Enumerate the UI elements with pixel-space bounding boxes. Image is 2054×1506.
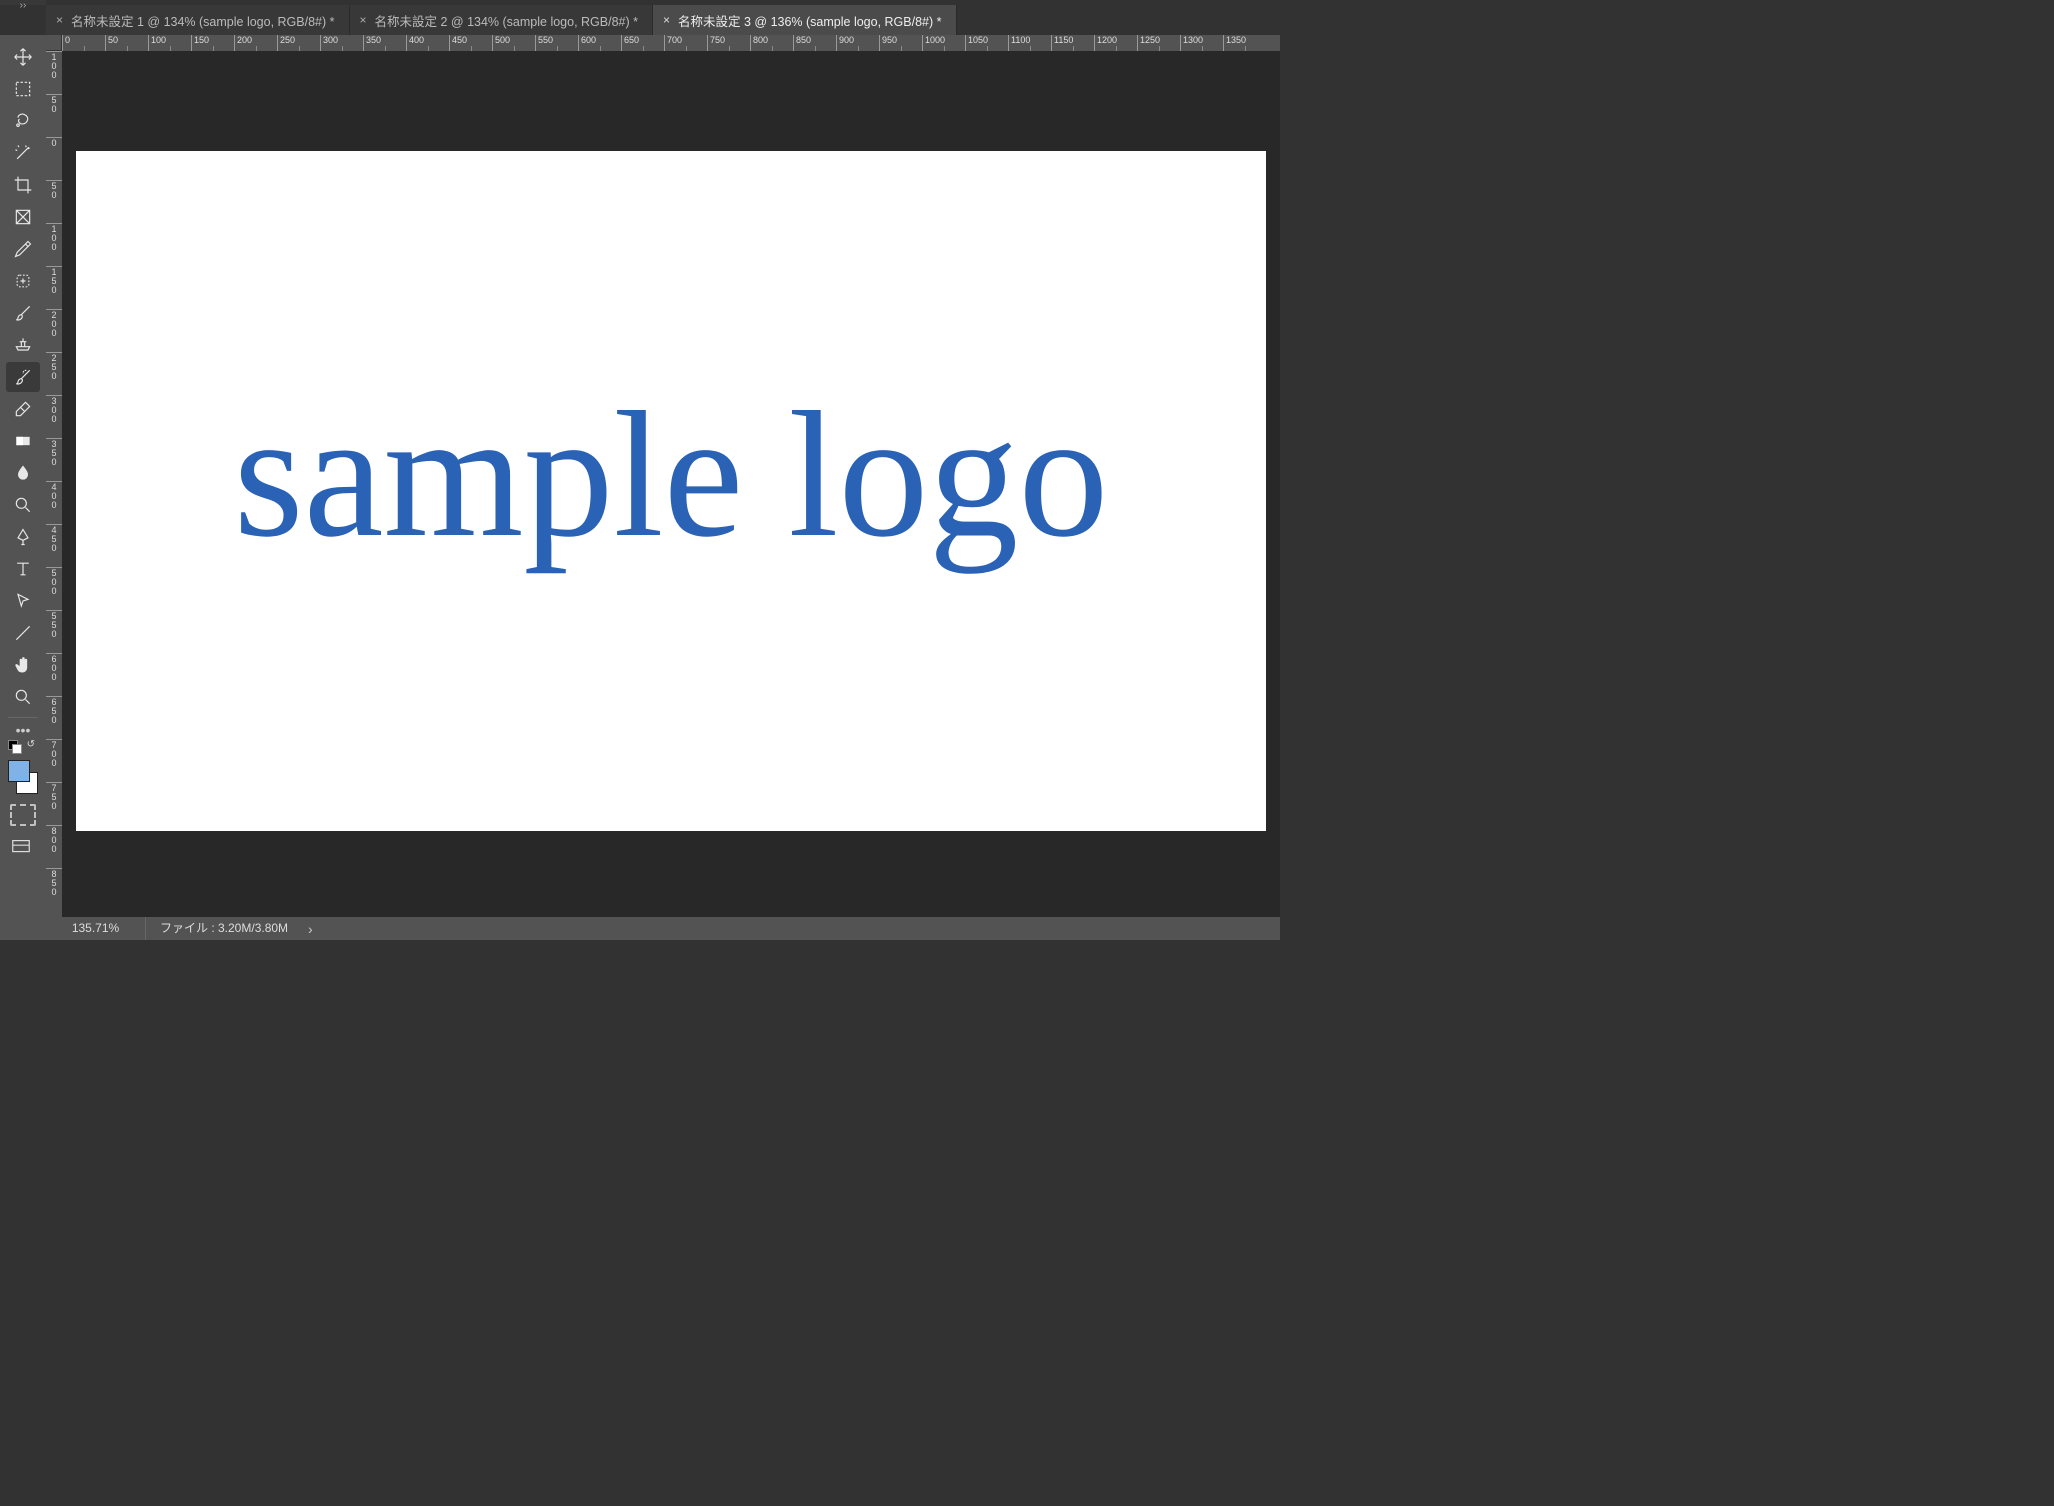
ruler-tick: 550 bbox=[535, 35, 578, 51]
lasso-tool[interactable] bbox=[6, 106, 40, 136]
frame-tool[interactable] bbox=[6, 202, 40, 232]
ruler-tick: 350 bbox=[46, 438, 62, 481]
default-colors-button[interactable]: ↺ bbox=[8, 740, 38, 756]
eyedropper-tool[interactable] bbox=[6, 234, 40, 264]
close-icon[interactable]: × bbox=[56, 13, 63, 27]
marquee-tool[interactable] bbox=[6, 74, 40, 104]
dodge-tool[interactable] bbox=[6, 490, 40, 520]
ruler-tick: 50 bbox=[105, 35, 148, 51]
ruler-tick: 300 bbox=[46, 395, 62, 438]
ruler-tick: 750 bbox=[46, 782, 62, 825]
ruler-tick: 350 bbox=[363, 35, 406, 51]
ruler-tick: 900 bbox=[836, 35, 879, 51]
brush-tool[interactable] bbox=[6, 298, 40, 328]
document-tab-3[interactable]: × 名称未設定 3 @ 136% (sample logo, RGB/8#) * bbox=[653, 5, 957, 35]
ruler-tick: 700 bbox=[664, 35, 707, 51]
ruler-tick: 0 bbox=[46, 137, 62, 180]
ruler-tick: 1050 bbox=[965, 35, 1008, 51]
ruler-tick: 100 bbox=[148, 35, 191, 51]
ruler-tick: 50 bbox=[46, 94, 62, 137]
ruler-tick: 1300 bbox=[1180, 35, 1223, 51]
ruler-tick: 850 bbox=[793, 35, 836, 51]
ruler-origin[interactable] bbox=[46, 35, 62, 51]
ruler-tick: 250 bbox=[277, 35, 320, 51]
ruler-tick: 600 bbox=[578, 35, 621, 51]
quick-mask-button[interactable] bbox=[10, 804, 36, 826]
move-tool[interactable] bbox=[6, 42, 40, 72]
toolbar-divider bbox=[8, 717, 38, 718]
status-bar: 135.71% ファイル : 3.20M/3.80M › bbox=[46, 917, 1280, 940]
ruler-tick: 400 bbox=[46, 481, 62, 524]
tab-label: 名称未設定 3 @ 136% (sample logo, RGB/8#) * bbox=[678, 11, 941, 30]
ruler-tick: 850 bbox=[46, 868, 62, 911]
document-tab-1[interactable]: × 名称未設定 1 @ 134% (sample logo, RGB/8#) * bbox=[46, 5, 350, 35]
line-tool[interactable] bbox=[6, 618, 40, 648]
document-canvas[interactable]: sample logo bbox=[76, 151, 1266, 831]
ruler-tick: 950 bbox=[879, 35, 922, 51]
ruler-tick: 1200 bbox=[1094, 35, 1137, 51]
vertical-ruler[interactable]: 1005005010015020025030035040045050055060… bbox=[46, 51, 62, 917]
ruler-tick: 700 bbox=[46, 739, 62, 782]
ruler-tick: 650 bbox=[46, 696, 62, 739]
ruler-tick: 300 bbox=[320, 35, 363, 51]
magic-wand-tool[interactable] bbox=[6, 138, 40, 168]
tools-panel: ••• ↺ bbox=[0, 35, 46, 940]
ruler-tick: 750 bbox=[707, 35, 750, 51]
color-swatches[interactable] bbox=[6, 760, 40, 794]
ruler-tick: 50 bbox=[46, 180, 62, 223]
ruler-tick: 650 bbox=[621, 35, 664, 51]
ruler-tick: 200 bbox=[46, 309, 62, 352]
chevron-right-icon[interactable]: › bbox=[302, 921, 319, 937]
ruler-tick: 150 bbox=[191, 35, 234, 51]
document-info[interactable]: ファイル : 3.20M/3.80M bbox=[146, 917, 302, 940]
ruler-tick: 1250 bbox=[1137, 35, 1180, 51]
type-tool[interactable] bbox=[6, 554, 40, 584]
ruler-tick: 150 bbox=[46, 266, 62, 309]
path-selection-tool[interactable] bbox=[6, 586, 40, 616]
swap-colors-icon[interactable]: ↺ bbox=[27, 739, 35, 750]
zoom-level-field[interactable]: 135.71% bbox=[46, 917, 146, 940]
screen-mode-button[interactable] bbox=[10, 836, 36, 858]
ruler-tick: 250 bbox=[46, 352, 62, 395]
history-brush-tool[interactable] bbox=[6, 362, 40, 392]
ruler-tick: 200 bbox=[234, 35, 277, 51]
ruler-tick: 1000 bbox=[922, 35, 965, 51]
foreground-color-swatch[interactable] bbox=[8, 760, 30, 782]
document-tab-2[interactable]: × 名称未設定 2 @ 134% (sample logo, RGB/8#) * bbox=[350, 5, 654, 35]
ruler-tick: 450 bbox=[449, 35, 492, 51]
ruler-tick: 400 bbox=[406, 35, 449, 51]
close-icon[interactable]: × bbox=[360, 13, 367, 27]
ruler-tick: 1150 bbox=[1051, 35, 1094, 51]
ruler-tick: 450 bbox=[46, 524, 62, 567]
ruler-tick: 550 bbox=[46, 610, 62, 653]
blur-tool[interactable] bbox=[6, 458, 40, 488]
sample-logo-text: sample logo bbox=[234, 371, 1109, 578]
ruler-tick: 800 bbox=[46, 825, 62, 868]
close-icon[interactable]: × bbox=[663, 13, 670, 27]
edit-toolbar-button[interactable]: ••• bbox=[16, 722, 31, 736]
ruler-tick: 600 bbox=[46, 653, 62, 696]
pen-tool[interactable] bbox=[6, 522, 40, 552]
healing-brush-tool[interactable] bbox=[6, 266, 40, 296]
toolbar-expand-chevron[interactable]: ›› bbox=[0, 0, 46, 5]
tab-label: 名称未設定 1 @ 134% (sample logo, RGB/8#) * bbox=[71, 11, 334, 30]
ruler-tick: 800 bbox=[750, 35, 793, 51]
gradient-tool[interactable] bbox=[6, 426, 40, 456]
canvas-pasteboard[interactable]: sample logo bbox=[62, 51, 1280, 917]
zoom-tool[interactable] bbox=[6, 682, 40, 712]
eraser-tool[interactable] bbox=[6, 394, 40, 424]
ruler-tick: 500 bbox=[492, 35, 535, 51]
hand-tool[interactable] bbox=[6, 650, 40, 680]
ruler-tick: 500 bbox=[46, 567, 62, 610]
ruler-tick: 1100 bbox=[1008, 35, 1051, 51]
crop-tool[interactable] bbox=[6, 170, 40, 200]
ruler-tick: 100 bbox=[46, 51, 62, 94]
tab-label: 名称未設定 2 @ 134% (sample logo, RGB/8#) * bbox=[375, 11, 638, 30]
tab-bar: × 名称未設定 1 @ 134% (sample logo, RGB/8#) *… bbox=[46, 5, 1280, 35]
ruler-tick: 1350 bbox=[1223, 35, 1266, 51]
clone-stamp-tool[interactable] bbox=[6, 330, 40, 360]
ruler-tick: 100 bbox=[46, 223, 62, 266]
horizontal-ruler[interactable]: 0501001502002503003504004505005506006507… bbox=[62, 35, 1280, 51]
ruler-tick: 0 bbox=[62, 35, 105, 51]
